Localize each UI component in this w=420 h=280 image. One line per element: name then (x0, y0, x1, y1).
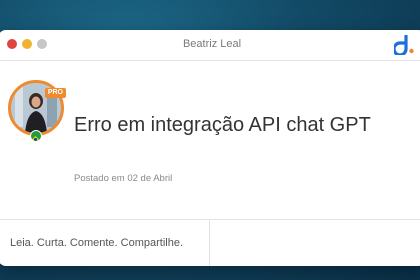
author-avatar-wrapper[interactable]: PRO (8, 80, 66, 142)
footer-actions-area (210, 220, 420, 266)
window-titlebar: Beatriz Leal (0, 30, 420, 61)
post-content: PRO Erro em integração API chat GPT Post… (0, 61, 420, 211)
post-card: Beatriz Leal PRO Erro em integração API … (0, 30, 420, 266)
footer-tagline: Leia. Curta. Comente. Compartilhe. (0, 220, 210, 266)
post-footer: Leia. Curta. Comente. Compartilhe. (0, 219, 420, 266)
brand-logo-icon[interactable] (392, 34, 416, 57)
window-title: Beatriz Leal (182, 38, 242, 50)
pro-badge: PRO (44, 88, 66, 98)
post-title[interactable]: Erro em integração API chat GPT (74, 113, 404, 137)
brazil-flag-icon (30, 130, 42, 142)
post-date: Postado em 02 de Abril (74, 173, 173, 184)
